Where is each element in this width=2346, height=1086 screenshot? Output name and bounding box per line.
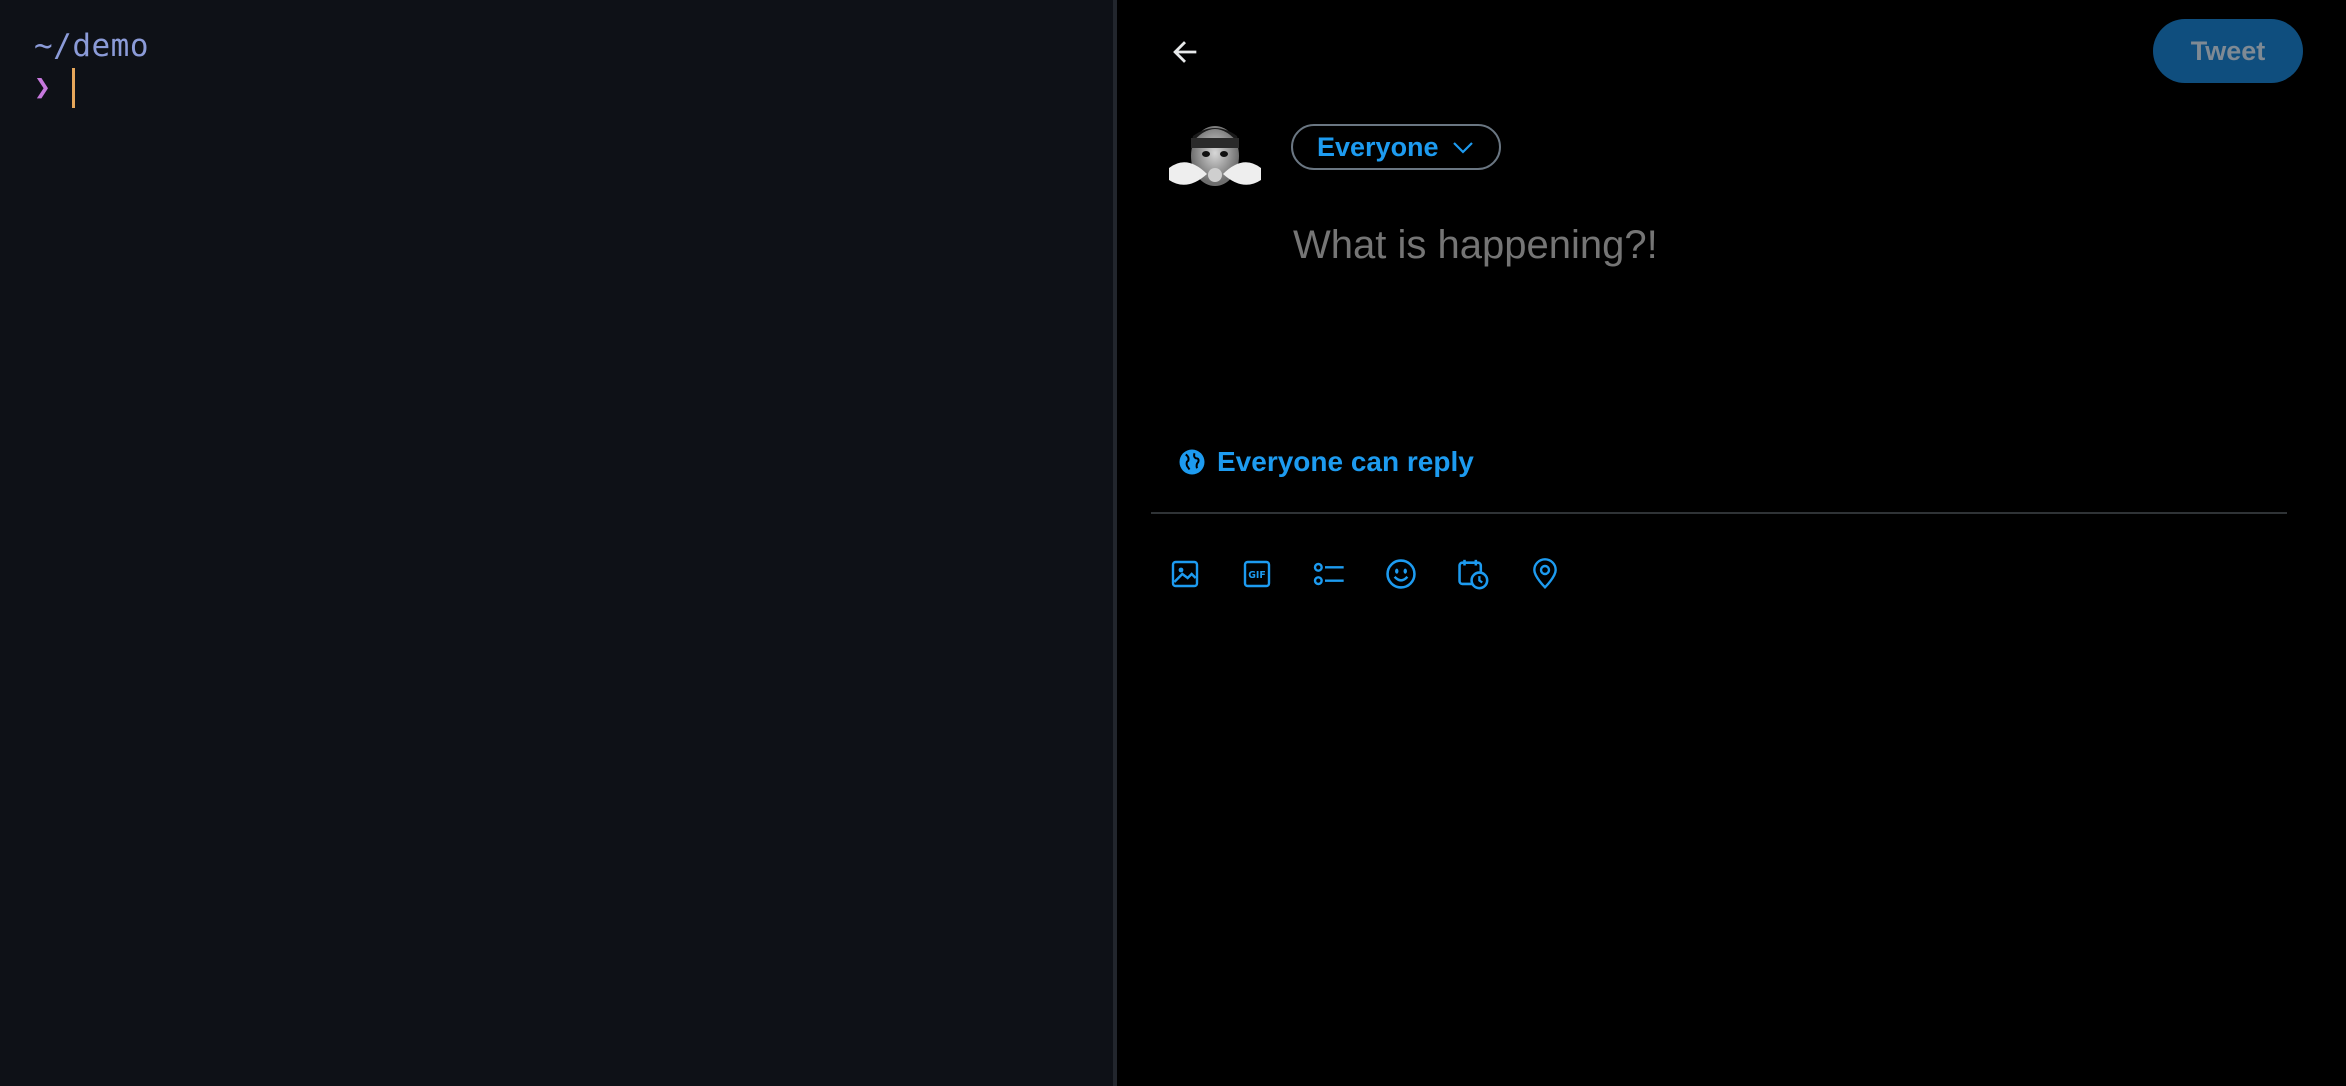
- terminal-pane[interactable]: ~/demo ❯: [0, 0, 1113, 1086]
- emoji-icon: [1386, 559, 1416, 589]
- tweet-button[interactable]: Tweet: [2153, 19, 2303, 83]
- audience-label: Everyone: [1317, 131, 1439, 162]
- add-media-button[interactable]: [1167, 552, 1203, 596]
- audience-selector[interactable]: Everyone: [1291, 124, 1501, 170]
- image-icon: [1171, 560, 1199, 588]
- terminal-cursor: [72, 68, 75, 108]
- terminal-prompt-symbol: ❯: [34, 70, 51, 103]
- add-gif-button[interactable]: GIF: [1239, 552, 1275, 596]
- back-button[interactable]: [1161, 28, 1209, 76]
- arrow-left-icon: [1173, 41, 1197, 63]
- add-poll-button[interactable]: [1311, 552, 1347, 596]
- separator: [1151, 512, 2287, 514]
- reply-setting-button[interactable]: Everyone can reply: [1177, 446, 1474, 478]
- svg-text:GIF: GIF: [1248, 570, 1266, 581]
- add-emoji-button[interactable]: [1383, 552, 1419, 596]
- avatar[interactable]: [1167, 118, 1263, 194]
- schedule-button[interactable]: [1455, 552, 1491, 596]
- location-icon: [1533, 558, 1557, 590]
- compose-toolbar: GIF: [1167, 552, 1563, 596]
- poll-icon: [1313, 562, 1344, 586]
- terminal-path: ~/demo: [34, 28, 149, 64]
- gif-icon: GIF: [1243, 560, 1271, 588]
- chevron-down-icon: [1452, 142, 1473, 154]
- reply-setting-label: Everyone can reply: [1217, 446, 1474, 477]
- schedule-icon: [1458, 559, 1489, 590]
- tweet-text-input[interactable]: [1291, 222, 2295, 269]
- tweet-compose-pane: Tweet Everyone What is happening?! Every…: [1117, 0, 2346, 1086]
- add-location-button[interactable]: [1527, 552, 1563, 596]
- globe-icon: [1179, 449, 1205, 475]
